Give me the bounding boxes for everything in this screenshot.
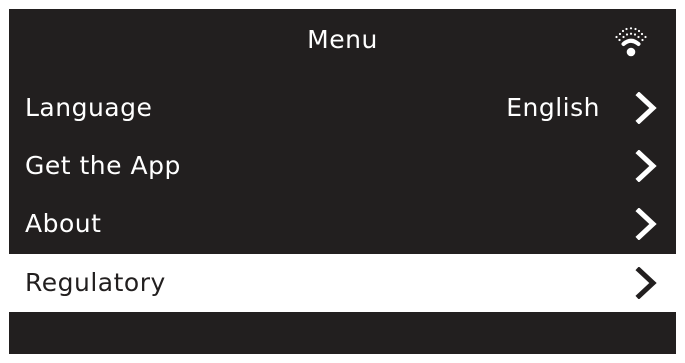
- menu-item-regulatory[interactable]: Regulatory: [9, 254, 676, 312]
- chevron-right-icon: [635, 267, 657, 299]
- menu-screen: Menu Language English Get the App About …: [9, 9, 676, 354]
- menu-item-label: Language: [25, 93, 153, 122]
- menu-item-label: About: [25, 209, 102, 238]
- menu-item-about[interactable]: About: [9, 195, 676, 253]
- page-title: Menu: [307, 25, 378, 54]
- chevron-right-icon: [635, 150, 657, 182]
- menu-header: Menu: [9, 9, 676, 71]
- menu-item-label: Regulatory: [25, 268, 166, 297]
- menu-item-label: Get the App: [25, 151, 181, 180]
- menu-item-get-the-app[interactable]: Get the App: [9, 137, 676, 195]
- menu-item-value: English: [506, 93, 600, 122]
- menu-item-language[interactable]: Language English: [9, 79, 676, 137]
- chevron-right-icon: [635, 208, 657, 240]
- wifi-icon: [615, 27, 647, 57]
- chevron-right-icon: [635, 92, 657, 124]
